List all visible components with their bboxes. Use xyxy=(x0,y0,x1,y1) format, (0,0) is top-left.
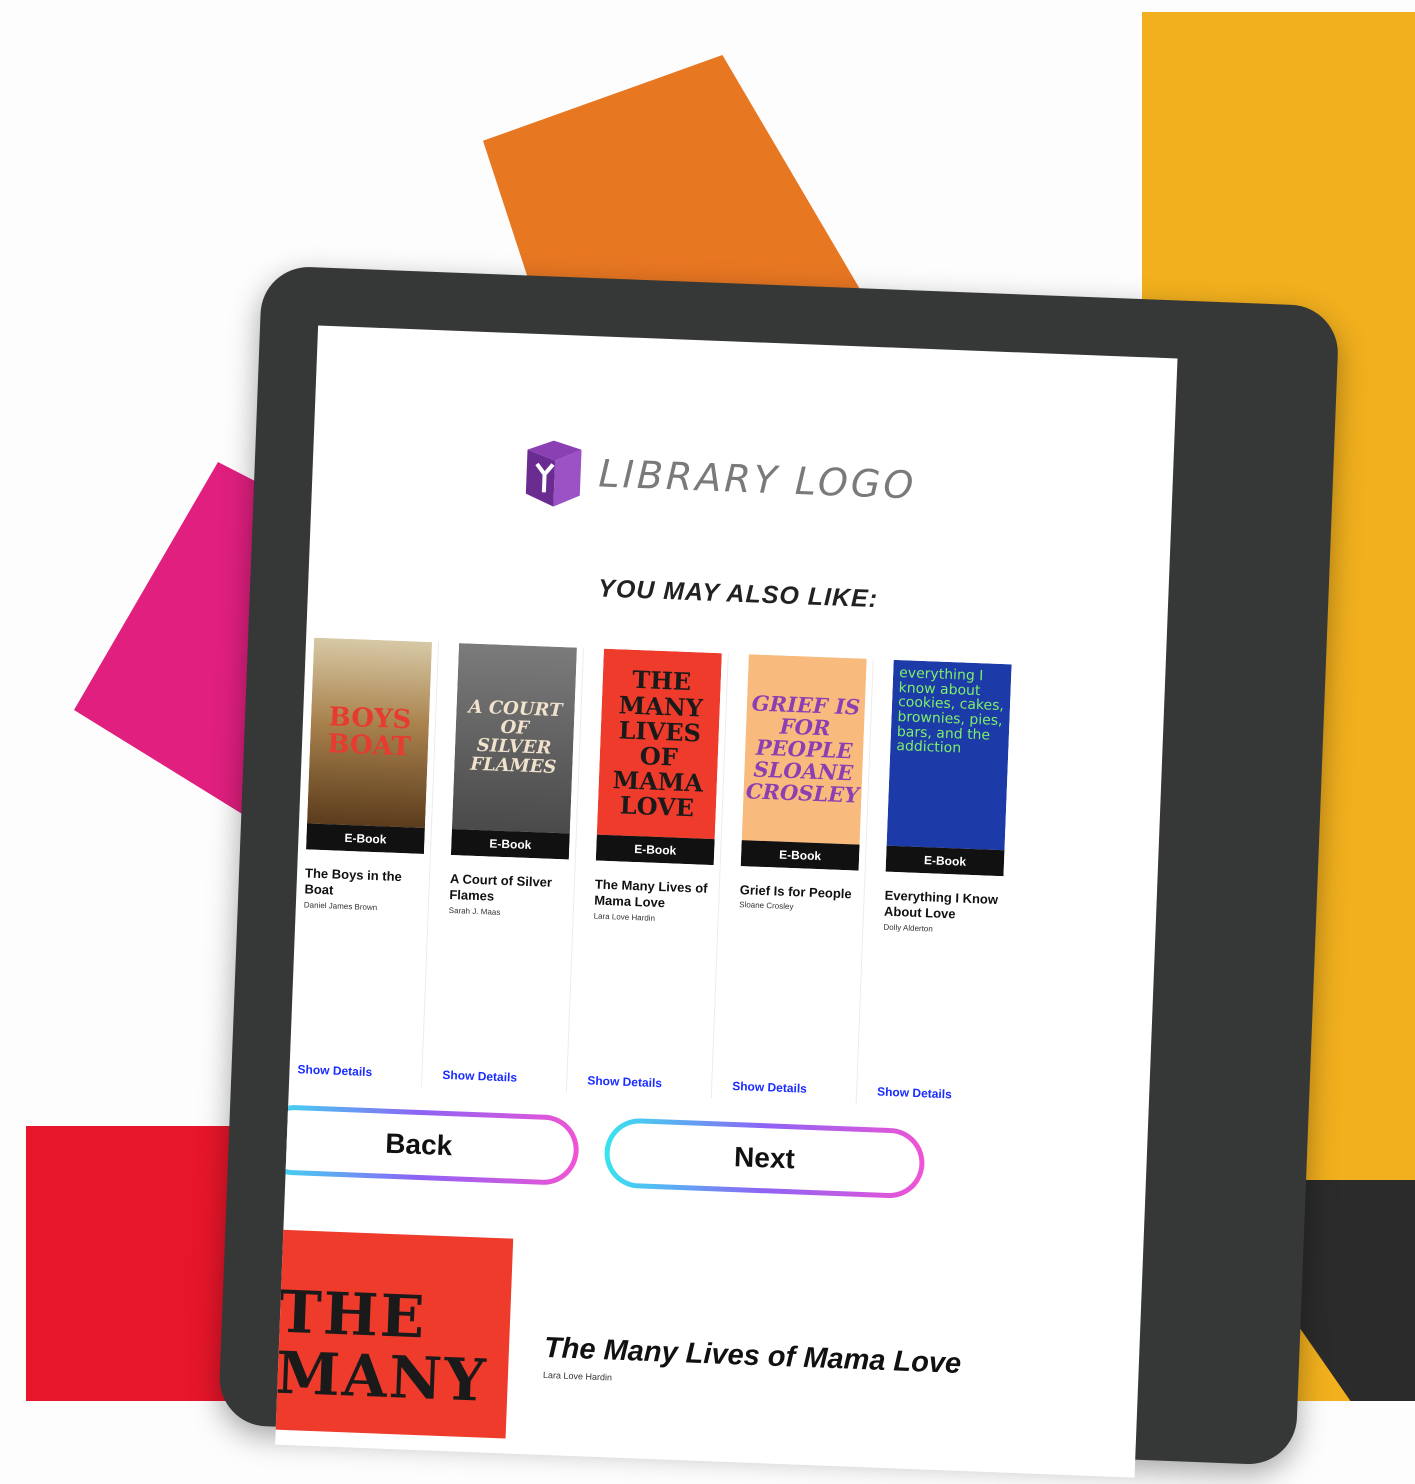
next-button[interactable]: Next xyxy=(603,1117,926,1200)
library-logo: LIBRARY LOGO xyxy=(521,433,917,522)
next-button-label: Next xyxy=(608,1122,921,1195)
featured-cover-text: THE MANY xyxy=(275,1277,489,1415)
cover-art: BOYS BOAT xyxy=(307,637,433,828)
book-title: Grief Is for People xyxy=(739,882,852,902)
show-details-link[interactable]: Show Details xyxy=(732,1079,807,1096)
format-label: E-Book xyxy=(450,828,570,860)
tablet-device: LIBRARY LOGO YOU MAY ALSO LIKE: BOYS BOA… xyxy=(217,265,1340,1478)
back-button[interactable]: Back xyxy=(275,1103,580,1187)
book-title: Everything I Know About Love xyxy=(883,887,999,922)
back-button-label: Back xyxy=(275,1109,575,1181)
book-card[interactable]: THE MANY LIVES OF MAMA LOVE E-Book The M… xyxy=(586,648,729,1099)
cover-art: THE MANY LIVES OF MAMA LOVE xyxy=(596,648,722,840)
book-card[interactable]: GRIEF IS FOR PEOPLE SLOANE CROSLEY E-Boo… xyxy=(731,654,874,1104)
show-details-link[interactable]: Show Details xyxy=(297,1062,372,1079)
library-book-icon xyxy=(525,440,582,507)
featured-book-cover[interactable]: THE MANY xyxy=(275,1229,514,1439)
format-label: E-Book xyxy=(885,845,1005,877)
book-cover[interactable]: GRIEF IS FOR PEOPLE SLOANE CROSLEY E-Boo… xyxy=(740,654,867,871)
book-cover[interactable]: BOYS BOAT E-Book xyxy=(306,637,433,854)
book-title: A Court of Silver Flames xyxy=(449,870,553,904)
book-title: The Boys in the Boat xyxy=(304,865,403,898)
book-card[interactable]: A COURT OF SILVER FLAMES E-Book A Court … xyxy=(441,643,584,1093)
show-details-link[interactable]: Show Details xyxy=(877,1085,952,1102)
show-details-link[interactable]: Show Details xyxy=(587,1073,662,1090)
featured-book-author: Lara Love Hardin xyxy=(542,1369,613,1383)
book-cover[interactable]: THE MANY LIVES OF MAMA LOVE E-Book xyxy=(595,648,722,866)
book-card[interactable]: BOYS BOAT E-Book The Boys in the Boat Da… xyxy=(297,637,440,1088)
kiosk-screen: LIBRARY LOGO YOU MAY ALSO LIKE: BOYS BOA… xyxy=(275,325,1178,1478)
format-label: E-Book xyxy=(595,834,715,866)
cover-art: everything I know about cookies, cakes, … xyxy=(886,659,1012,851)
section-title: YOU MAY ALSO LIKE: xyxy=(597,574,879,614)
logo-text: LIBRARY LOGO xyxy=(597,451,918,508)
book-title: The Many Lives of Mama Love xyxy=(593,876,708,911)
cover-art: A COURT OF SILVER FLAMES xyxy=(451,643,577,834)
recommendation-list: BOYS BOAT E-Book The Boys in the Boat Da… xyxy=(297,637,1018,1110)
show-details-link[interactable]: Show Details xyxy=(442,1068,517,1085)
book-cover[interactable]: A COURT OF SILVER FLAMES E-Book xyxy=(450,643,577,860)
cover-art: GRIEF IS FOR PEOPLE SLOANE CROSLEY xyxy=(741,654,867,845)
navigation-buttons: Back Next xyxy=(275,1103,926,1200)
book-cover[interactable]: everything I know about cookies, cakes, … xyxy=(885,659,1012,877)
book-card[interactable]: everything I know about cookies, cakes, … xyxy=(877,659,1018,1109)
featured-book: THE MANY The Many Lives of Mama Love Lar… xyxy=(275,1229,1163,1463)
format-label: E-Book xyxy=(306,823,425,854)
format-label: E-Book xyxy=(740,840,860,871)
